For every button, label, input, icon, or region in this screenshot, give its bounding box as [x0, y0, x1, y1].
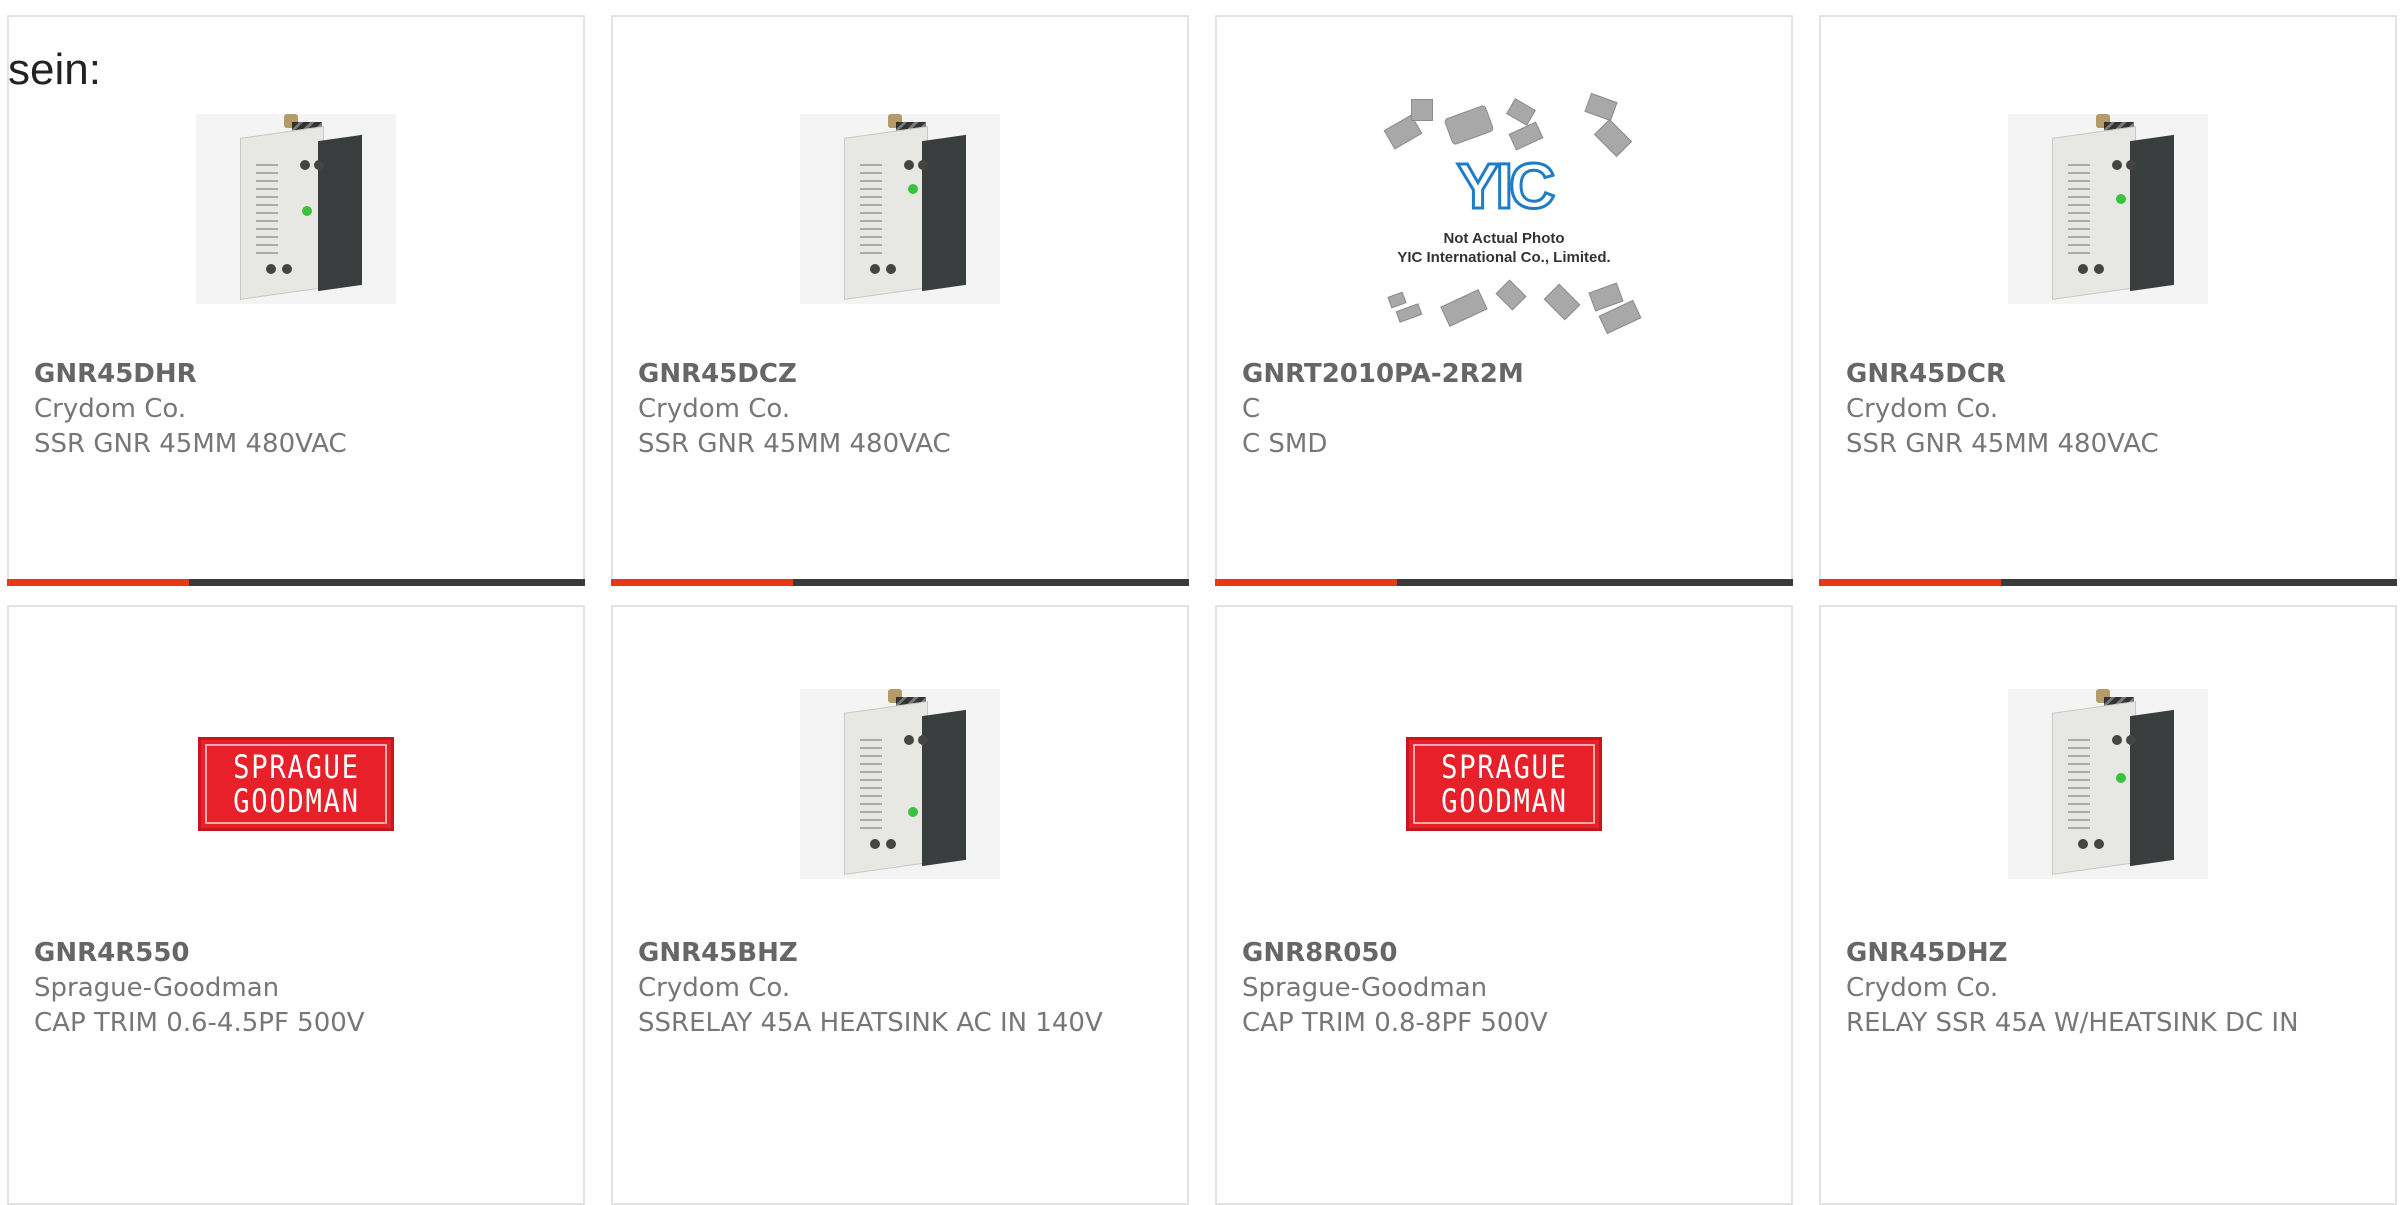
- part-number-link[interactable]: GNR45DCR: [1846, 357, 2335, 392]
- yic-placeholder-image[interactable]: YIC Not Actual Photo YIC International C…: [1369, 89, 1642, 335]
- part-number-link[interactable]: GNR4R550: [34, 936, 523, 971]
- product-card[interactable]: SPRAGUE GOODMAN GNR8R050 Sprague-Goodman…: [1215, 605, 1793, 1205]
- card-bottom-bar: [611, 579, 1189, 586]
- relay-product-image[interactable]: [800, 114, 1000, 304]
- product-grid: GNR45DHR Crydom Co. SSR GNR 45MM 480VAC …: [7, 15, 2400, 1205]
- relay-product-image[interactable]: [196, 114, 396, 304]
- product-info: GNR45BHZ Crydom Co. SSRELAY 45A HEATSINK…: [638, 936, 1127, 1041]
- part-number-link[interactable]: GNRT2010PA-2R2M: [1242, 357, 1731, 392]
- manufacturer: Crydom Co.: [638, 394, 791, 424]
- relay-product-image[interactable]: [800, 689, 1000, 879]
- product-info: GNR8R050 Sprague-Goodman CAP TRIM 0.8-8P…: [1242, 936, 1731, 1041]
- description: SSRELAY 45A HEATSINK AC IN 140V: [638, 1008, 1103, 1038]
- manufacturer: Crydom Co.: [1846, 394, 1999, 424]
- card-bottom-bar: [1215, 579, 1793, 586]
- relay-product-image[interactable]: [2008, 114, 2208, 304]
- description: C SMD: [1242, 429, 1328, 459]
- product-card[interactable]: GNR45DHR Crydom Co. SSR GNR 45MM 480VAC: [7, 15, 585, 586]
- description: SSR GNR 45MM 480VAC: [34, 429, 347, 459]
- yic-logo: YIC: [1455, 150, 1557, 223]
- card-bottom-bar: [7, 579, 585, 586]
- manufacturer: Crydom Co.: [34, 394, 187, 424]
- product-image-wrap: SPRAGUE GOODMAN: [9, 664, 583, 904]
- not-actual-photo-caption: Not Actual Photo YIC International Co., …: [1397, 230, 1611, 266]
- product-info: GNR4R550 Sprague-Goodman CAP TRIM 0.6-4.…: [34, 936, 523, 1041]
- product-info: GNR45DCR Crydom Co. SSR GNR 45MM 480VAC: [1846, 357, 2335, 462]
- manufacturer: Crydom Co.: [1846, 973, 1999, 1003]
- relay-product-image[interactable]: [2008, 689, 2208, 879]
- manufacturer: C: [1242, 394, 1261, 424]
- product-info: GNRT2010PA-2R2M C C SMD: [1242, 357, 1731, 462]
- product-image-wrap: [9, 89, 583, 329]
- product-card[interactable]: GNR45DHZ Crydom Co. RELAY SSR 45A W/HEAT…: [1819, 605, 2397, 1205]
- sprague-goodman-logo[interactable]: SPRAGUE GOODMAN: [1406, 737, 1602, 831]
- sprague-goodman-logo[interactable]: SPRAGUE GOODMAN: [198, 737, 394, 831]
- product-image-wrap: SPRAGUE GOODMAN: [1217, 664, 1791, 904]
- part-number-link[interactable]: GNR45DHR: [34, 357, 523, 392]
- product-image-wrap: [613, 664, 1187, 904]
- product-info: GNR45DCZ Crydom Co. SSR GNR 45MM 480VAC: [638, 357, 1127, 462]
- manufacturer: Sprague-Goodman: [1242, 973, 1488, 1003]
- part-number-link[interactable]: GNR45DCZ: [638, 357, 1127, 392]
- product-card[interactable]: GNR45DCZ Crydom Co. SSR GNR 45MM 480VAC: [611, 15, 1189, 586]
- manufacturer: Sprague-Goodman: [34, 973, 280, 1003]
- part-number-link[interactable]: GNR45DHZ: [1846, 936, 2335, 971]
- intro-text: sein:: [8, 45, 101, 94]
- product-image-wrap: YIC Not Actual Photo YIC International C…: [1217, 89, 1791, 335]
- product-card[interactable]: GNR45BHZ Crydom Co. SSRELAY 45A HEATSINK…: [611, 605, 1189, 1205]
- part-number-link[interactable]: GNR8R050: [1242, 936, 1731, 971]
- product-card[interactable]: YIC Not Actual Photo YIC International C…: [1215, 15, 1793, 586]
- product-card[interactable]: GNR45DCR Crydom Co. SSR GNR 45MM 480VAC: [1819, 15, 2397, 586]
- description: CAP TRIM 0.6-4.5PF 500V: [34, 1008, 365, 1038]
- product-info: GNR45DHR Crydom Co. SSR GNR 45MM 480VAC: [34, 357, 523, 462]
- description: RELAY SSR 45A W/HEATSINK DC IN: [1846, 1008, 2299, 1038]
- product-image-wrap: [1821, 664, 2395, 904]
- description: SSR GNR 45MM 480VAC: [1846, 429, 2159, 459]
- manufacturer: Crydom Co.: [638, 973, 791, 1003]
- product-image-wrap: [1821, 89, 2395, 329]
- product-image-wrap: [613, 89, 1187, 329]
- product-card[interactable]: SPRAGUE GOODMAN GNR4R550 Sprague-Goodman…: [7, 605, 585, 1205]
- description: CAP TRIM 0.8-8PF 500V: [1242, 1008, 1548, 1038]
- product-info: GNR45DHZ Crydom Co. RELAY SSR 45A W/HEAT…: [1846, 936, 2335, 1041]
- description: SSR GNR 45MM 480VAC: [638, 429, 951, 459]
- card-bottom-bar: [1819, 579, 2397, 586]
- part-number-link[interactable]: GNR45BHZ: [638, 936, 1127, 971]
